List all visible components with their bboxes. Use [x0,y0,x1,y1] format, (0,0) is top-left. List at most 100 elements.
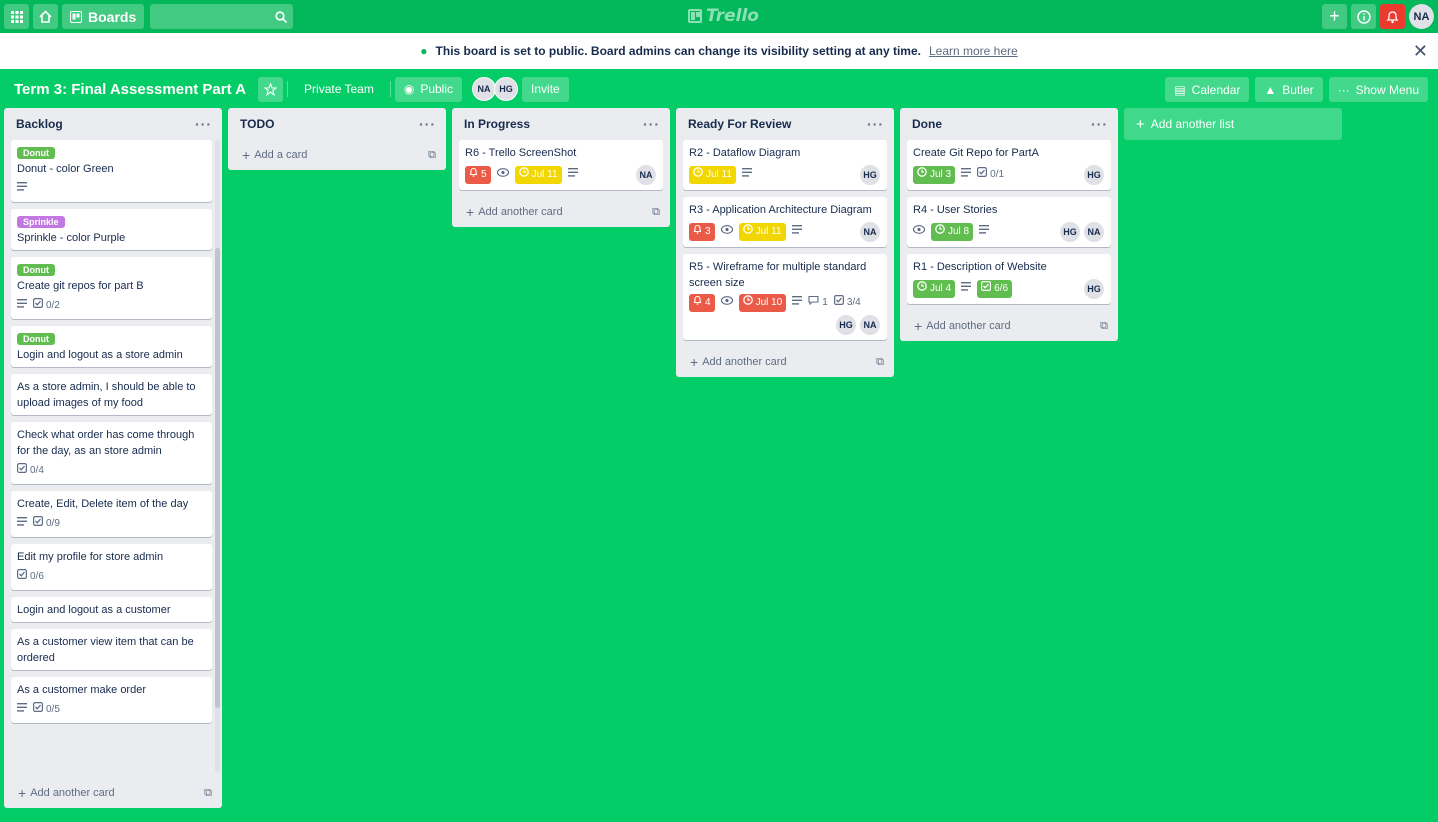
member-avatar[interactable]: NA [859,221,881,243]
watch-icon [912,224,926,240]
invite-button[interactable]: Invite [522,76,569,102]
card[interactable]: Donut Create git repos for part B 0/2 [11,257,212,319]
boards-button[interactable]: Boards [62,4,145,29]
list-menu-icon[interactable]: ··· [1091,116,1108,132]
learn-more-link[interactable]: Learn more here [929,44,1018,58]
add-card-button[interactable]: + Add another card ⧉ [4,778,222,808]
checklist-count: 6/6 [994,283,1009,294]
watch-icon [720,224,733,240]
card[interactable]: R1 - Description of Website Jul 4 6/6 HG [907,254,1111,304]
card[interactable]: R4 - User Stories Jul 8 HG NA [907,197,1111,247]
description-icon [741,167,752,183]
checklist-icon [17,463,28,479]
card[interactable]: Create, Edit, Delete item of the day 0/9 [11,491,212,537]
card[interactable]: R6 - Trello ScreenShot 5 Jul 11 NA [459,140,663,190]
due-date-badge[interactable]: Jul 11 [689,166,736,184]
member-avatar[interactable]: HG [859,164,881,186]
card-template-icon[interactable]: ⧉ [204,787,212,800]
member-avatar[interactable]: NA [859,314,881,336]
member-avatar[interactable]: HG [1083,278,1105,300]
add-card-wrap: + Add another card [466,204,563,220]
member-avatar[interactable]: NA [1083,221,1105,243]
add-card-button[interactable]: + Add a card ⧉ [228,140,446,170]
card[interactable]: Donut Login and logout as a store admin [11,326,212,367]
checklist-count: 0/4 [30,465,44,476]
card-title: Login and logout as a customer [17,604,171,616]
member-avatar[interactable]: NA [472,77,497,101]
add-card-button[interactable]: + Add another card ⧉ [452,197,670,227]
card[interactable]: Create Git Repo for PartA Jul 3 0/1 HG [907,140,1111,190]
card-title: Create Git Repo for PartA [913,147,1039,159]
card[interactable]: R3 - Application Architecture Diagram 3 Ju… [683,197,887,247]
card[interactable]: As a store admin, I should be able to up… [11,374,212,415]
visibility-button[interactable]: ◉ Public [394,76,463,102]
user-avatar[interactable]: NA [1409,4,1434,29]
plus-icon: + [690,354,699,370]
clock-icon [935,224,945,240]
card-badges: 0/4 [17,462,206,480]
card[interactable]: Donut Donut - color Green [11,140,212,202]
notifications-button[interactable] [1380,4,1405,29]
card-template-icon[interactable]: ⧉ [428,149,436,162]
member-avatar[interactable]: HG [835,314,857,336]
board-title[interactable]: Term 3: Final Assessment Part A [10,81,250,98]
card[interactable]: Check what order has come through for th… [11,422,212,484]
due-date-badge[interactable]: Jul 11 [738,223,786,241]
card-title: As a store admin, I should be able to up… [17,381,196,409]
list-title[interactable]: Ready For Review [688,117,791,131]
due-date-badge[interactable]: Jul 4 [913,280,956,298]
add-list-button[interactable]: + Add another list [1124,108,1342,140]
card[interactable]: As a customer make order 0/5 [11,677,212,723]
card-template-icon[interactable]: ⧉ [876,356,884,369]
list-title[interactable]: TODO [240,117,274,131]
due-date-badge[interactable]: Jul 11 [514,166,562,184]
create-button[interactable]: + [1322,4,1347,29]
card-members: HG [1083,278,1105,300]
card[interactable]: R5 - Wireframe for multiple standard scr… [683,254,887,340]
clock-icon [917,167,927,183]
list-header: Done ··· [900,108,1118,140]
checklist-count: 0/5 [46,704,60,715]
list-menu-icon[interactable]: ··· [419,116,436,132]
trello-logo[interactable]: Trello [688,6,759,26]
due-date-badge[interactable]: Jul 10 [738,294,787,312]
card[interactable]: Edit my profile for store admin 0/6 [11,544,212,590]
scrollbar-thumb[interactable] [215,248,220,708]
member-avatar[interactable]: HG [494,77,519,101]
card[interactable]: As a customer view item that can be orde… [11,629,212,670]
due-date-badge[interactable]: Jul 3 [913,166,956,184]
member-avatar[interactable]: NA [635,164,657,186]
add-card-button[interactable]: + Add another card ⧉ [900,311,1118,341]
card-template-icon[interactable]: ⧉ [652,206,660,219]
apps-grid-button[interactable] [4,4,29,29]
card[interactable]: R2 - Dataflow Diagram Jul 11 HG [683,140,887,190]
team-button[interactable]: Private Team [292,82,386,96]
due-date: Jul 11 [531,169,558,180]
member-avatar[interactable]: HG [1083,164,1105,186]
list-menu-icon[interactable]: ··· [867,116,884,132]
description-icon [791,224,802,240]
calendar-button[interactable]: ▤ Calendar [1165,77,1250,102]
search-input[interactable] [150,4,294,29]
card[interactable]: Sprinkle Sprinkle - color Purple [11,209,212,250]
divider [287,81,289,97]
list-menu-icon[interactable]: ··· [643,116,660,132]
card-list: Donut Donut - color Green Sprinkle Sprinkle… [4,140,216,778]
home-button[interactable] [33,4,58,29]
add-card-label: Add another card [30,787,115,799]
star-button[interactable] [258,76,284,102]
list-backlog: Backlog ··· Donut Donut - color Green Sprink… [4,108,222,808]
list-title[interactable]: In Progress [464,117,530,131]
list-title[interactable]: Backlog [16,117,63,131]
card-template-icon[interactable]: ⧉ [1100,320,1108,333]
card[interactable]: Login and logout as a customer [11,597,212,622]
due-date-badge[interactable]: Jul 8 [931,223,974,241]
show-menu-button[interactable]: ··· Show Menu [1328,77,1428,102]
list-menu-icon[interactable]: ··· [195,116,212,132]
close-icon[interactable]: ✕ [1413,41,1428,62]
add-card-button[interactable]: + Add another card ⧉ [676,347,894,377]
info-button[interactable] [1351,4,1376,29]
list-title[interactable]: Done [912,117,942,131]
member-avatar[interactable]: HG [1059,221,1081,243]
butler-button[interactable]: ▲ Butler [1255,77,1323,102]
